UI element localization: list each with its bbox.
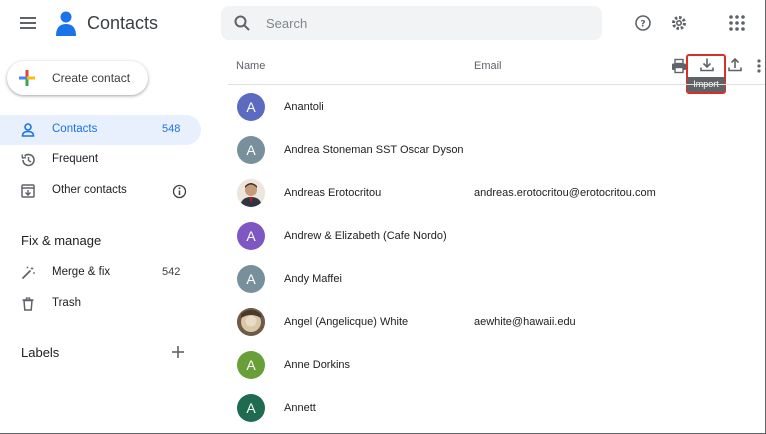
main-menu-icon[interactable] [20,14,38,32]
sidebar-item-label: Contacts [52,123,98,135]
contact-row[interactable]: A Anantoli [228,86,765,129]
sidebar-item-contacts[interactable]: Contacts 548 [0,115,201,145]
contact-name: Andreas Erotocritou [284,187,382,199]
contact-row[interactable]: A Andy Maffei [228,258,765,301]
plus-icon [17,68,37,88]
info-icon[interactable] [172,184,187,199]
more-vert-icon[interactable] [754,57,764,75]
contact-name: Anantoli [284,101,324,113]
sidebar-item-label: Merge & fix [52,266,111,278]
settings-gear-icon[interactable] [668,12,690,34]
avatar: A [237,351,265,379]
contact-row[interactable]: A Andrew & Elizabeth (Cafe Nordo) [228,215,765,258]
contact-name: Anne Dorkins [284,359,351,371]
sidebar-item-label: Other contacts [52,184,127,196]
labels-heading: Labels [21,345,60,360]
search-bar[interactable]: Search [221,6,602,40]
contact-row[interactable]: Andreas Erotocritou andreas.erotocritou@… [228,172,765,215]
contact-name: Andrea Stoneman SST Oscar Dyson [284,144,464,156]
contact-name: Annett [284,402,316,414]
contact-row[interactable]: A Anne Dorkins [228,344,765,387]
archive-download-icon [20,183,36,199]
sidebar-item-count: 542 [162,266,181,278]
contact-name: Angel (Angelicque) White [284,316,409,328]
contacts-app: Contacts Search ? Create contact Contact… [0,0,766,434]
export-upload-icon[interactable] [726,56,744,74]
sidebar-item-frequent[interactable]: Frequent [0,145,201,175]
contact-name: Andy Maffei [284,273,342,285]
apps-grid-icon[interactable] [727,13,749,35]
search-icon [233,14,251,32]
sidebar-item-other-contacts[interactable]: Other contacts [0,176,201,206]
avatar: A [237,394,265,422]
create-contact-label: Create contact [52,71,131,85]
contact-name: Andrew & Elizabeth (Cafe Nordo) [284,230,447,242]
app-title: Contacts [87,13,159,33]
sidebar-item-label: Trash [52,297,81,309]
svg-text:?: ? [640,20,645,30]
contact-row[interactable]: A Annett [228,387,765,430]
contact-row[interactable]: Angel (Angelicque) White aewhite@hawaii.… [228,301,765,344]
history-icon [20,152,36,168]
contact-email: aewhite@hawaii.edu [474,316,576,328]
trash-icon [20,296,36,312]
create-contact-button[interactable]: Create contact [7,61,148,95]
sidebar-item-trash[interactable]: Trash [0,289,201,319]
column-header-name[interactable]: Name [236,60,265,72]
avatar: A [237,136,265,164]
sidebar-item-label: Frequent [52,153,99,165]
contacts-logo-icon [52,9,80,37]
header-divider [228,84,765,85]
avatar: A [237,265,265,293]
avatar-photo [237,179,265,207]
avatar: A [237,93,265,121]
avatar-photo [237,308,265,336]
contact-email: andreas.erotocritou@erotocritou.com [474,187,656,199]
sidebar-item-count: 548 [162,123,181,135]
person-icon [20,122,36,138]
help-icon[interactable]: ? [632,12,654,34]
avatar: A [237,222,265,250]
magic-wand-icon [20,265,36,281]
sidebar-item-merge-fix[interactable]: Merge & fix 542 [0,258,201,288]
fix-manage-heading: Fix & manage [21,233,102,248]
contact-row[interactable]: A Andrea Stoneman SST Oscar Dyson [228,129,765,172]
search-placeholder: Search [266,16,308,31]
import-download-icon[interactable] [698,56,716,74]
add-label-plus-icon[interactable] [171,345,185,359]
column-header-email[interactable]: Email [474,60,502,72]
